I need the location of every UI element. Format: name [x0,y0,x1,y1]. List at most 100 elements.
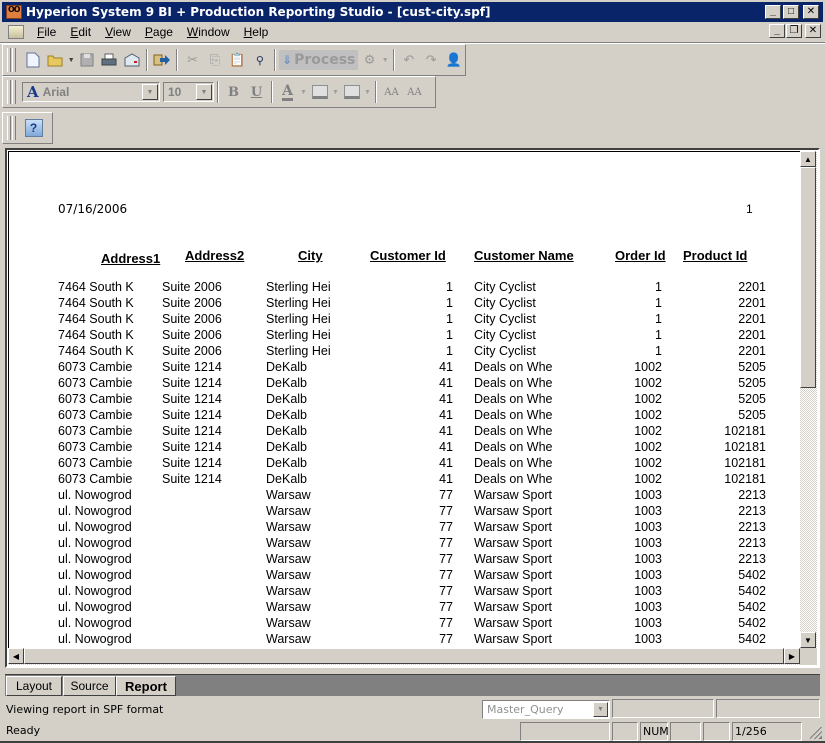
cell-address1: 7464 South K [58,328,134,342]
table-row: ul. Nowogrod Warsaw 77 Warsaw Sport 1003 2213 [9,488,800,504]
cell-customer-name: City Cyclist [474,328,536,342]
grow-font-button[interactable]: AA [380,81,403,103]
table-row: 7464 South K Suite 2006 Sterling Hei 1 City … [9,328,800,344]
font-size-combo[interactable]: 10 ▼ [163,82,214,102]
open-icon[interactable] [44,49,66,71]
print-icon[interactable] [98,49,120,71]
user-check-icon[interactable]: 👤 [442,49,464,71]
app-icon[interactable] [6,3,22,19]
process-button[interactable]: ⇓ Process [279,50,359,70]
font-name-combo[interactable]: A Arial ▼ [22,82,160,102]
find-icon[interactable]: ⚲ [249,49,271,71]
document-icon[interactable] [8,25,24,39]
cell-product-id: 2201 [738,312,766,326]
shrink-font-button[interactable]: AA [403,81,426,103]
scroll-right-button[interactable]: ▶ [784,648,800,664]
run-options-dropdown[interactable]: ▼ [381,49,390,71]
cell-customer-id: 77 [439,488,453,502]
paste-icon[interactable]: 📋 [226,49,248,71]
cell-order-id: 1003 [634,584,662,598]
horizontal-scroll-thumb[interactable] [24,648,784,664]
cell-customer-name: Warsaw Sport [474,536,553,550]
doc-minimize-button[interactable]: _ [769,24,785,38]
underline-button[interactable]: U [245,81,268,103]
cell-product-id: 2201 [738,344,766,358]
cell-customer-name: Warsaw Sport [474,600,553,614]
status-pane [703,722,730,741]
cell-product-id: 5402 [738,584,766,598]
scroll-left-button[interactable]: ◀ [8,648,24,664]
chevron-down-icon[interactable]: ▼ [593,702,608,717]
table-row: ul. Nowogrod Warsaw 77 Warsaw Sport 1003 2213 [9,520,800,536]
fill-color-button[interactable] [308,81,331,103]
toolbar-grip[interactable] [11,48,16,72]
toolbar-separator [217,81,219,103]
maximize-button[interactable]: □ [783,5,799,19]
tab-source[interactable]: Source [63,676,116,696]
cell-address1: ul. Nowogrod [58,552,132,566]
doc-close-button[interactable]: ✕ [805,24,821,38]
border-color-button[interactable] [340,81,363,103]
cell-customer-id: 41 [439,456,453,470]
toolbar-grip[interactable] [12,80,16,104]
menu-edit[interactable]: Edit [63,25,98,39]
font-color-button[interactable]: A [276,81,299,103]
close-button[interactable]: ✕ [803,5,819,19]
cell-address2: Suite 1214 [162,376,222,390]
horizontal-scrollbar[interactable]: ◀ ▶ [8,648,800,665]
toolbar-grip[interactable] [12,116,16,140]
menu-window[interactable]: Window [180,25,237,39]
cell-address1: 6073 Cambie [58,360,133,374]
cell-order-id: 1002 [634,376,662,390]
scroll-up-button[interactable]: ▲ [800,151,816,167]
help-button[interactable]: ? [22,117,45,139]
cell-product-id: 2213 [738,488,766,502]
open-dropdown[interactable]: ▼ [67,49,76,71]
bold-button[interactable]: B [222,81,245,103]
toolbar-grip[interactable] [7,116,11,140]
redo-icon[interactable]: ↷ [420,49,442,71]
doc-restore-button[interactable]: ❐ [786,24,802,38]
vertical-scroll-thumb[interactable] [800,167,816,388]
chevron-down-icon[interactable]: ▼ [196,84,212,100]
query-select[interactable]: Master_Query ▼ [482,700,610,719]
run-options-icon[interactable]: ⚙ [358,49,380,71]
fill-color-dropdown[interactable]: ▼ [331,81,340,103]
toolbar-separator [375,81,377,103]
scroll-down-button[interactable]: ▼ [800,632,816,648]
table-row: ul. Nowogrod Warsaw 77 Warsaw Sport 1003 5402 [9,632,800,648]
chevron-down-icon[interactable]: ▼ [142,84,158,100]
export-icon[interactable] [151,49,173,71]
menu-help[interactable]: Help [237,25,276,39]
border-color-dropdown[interactable]: ▼ [363,81,372,103]
resize-grip[interactable] [810,727,822,739]
menu-view[interactable]: View [98,25,138,39]
toolbar-grip[interactable] [7,48,11,72]
vertical-scrollbar[interactable]: ▲ ▼ [800,151,817,648]
cell-address1: ul. Nowogrod [58,584,132,598]
cell-address1: 6073 Cambie [58,408,133,422]
copy-icon[interactable]: ⎘ [204,49,226,71]
new-icon[interactable] [22,49,44,71]
mail-icon[interactable] [120,49,142,71]
cell-city: Warsaw [266,632,311,646]
font-color-dropdown[interactable]: ▼ [299,81,308,103]
cell-address2: Suite 2006 [162,296,222,310]
table-row: 7464 South K Suite 2006 Sterling Hei 1 City … [9,344,800,360]
toolbar-grip[interactable] [7,80,11,104]
cut-icon[interactable]: ✂ [181,49,203,71]
cell-product-id: 2213 [738,520,766,534]
undo-icon[interactable]: ↶ [398,49,420,71]
menu-page[interactable]: Page [138,25,180,39]
cell-order-id: 1003 [634,568,662,582]
format-toolbar: A Arial ▼ 10 ▼ B U A ▼ ▼ ▼ AA AA [2,76,436,108]
cell-customer-name: Warsaw Sport [474,616,553,630]
table-row: 6073 Cambie Suite 1214 DeKalb 41 Deals on Wh… [9,456,800,472]
minimize-button[interactable]: _ [765,5,781,19]
menu-file[interactable]: File [30,25,63,39]
tab-layout[interactable]: Layout [6,676,62,696]
status-pane [520,722,610,741]
tab-report[interactable]: Report [116,676,176,696]
cell-address1: ul. Nowogrod [58,520,132,534]
save-icon[interactable] [76,49,98,71]
